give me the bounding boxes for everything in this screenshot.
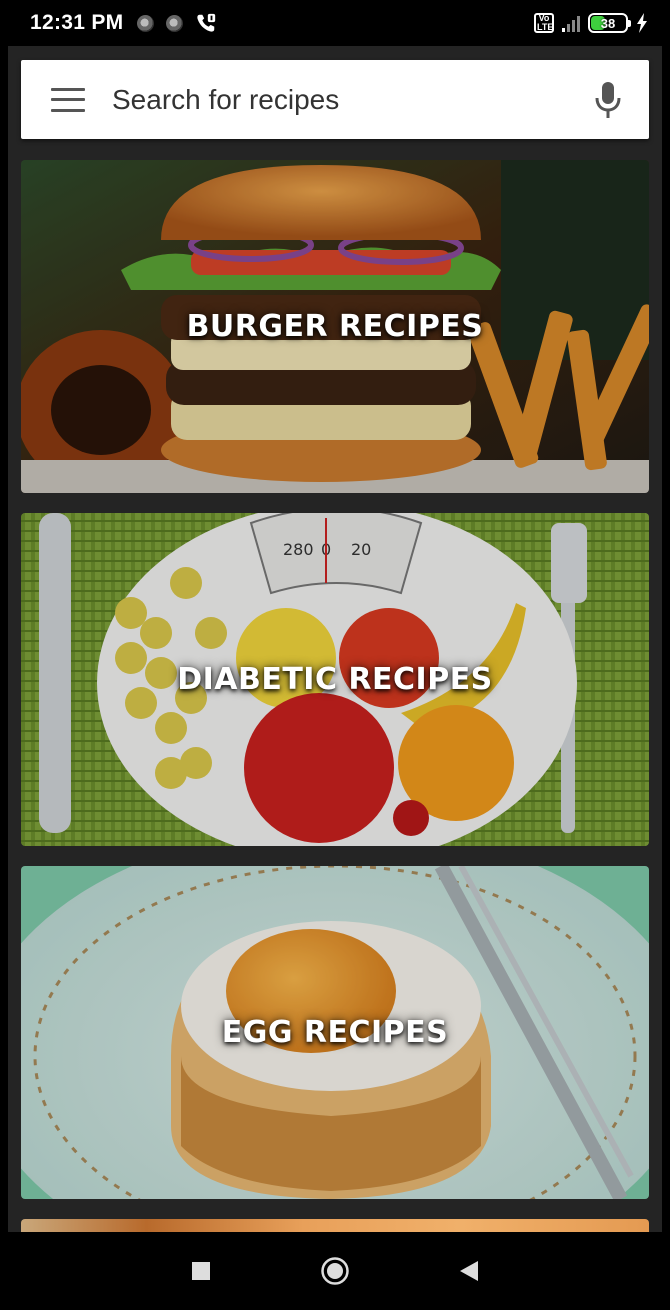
record-dot-icon — [166, 14, 184, 32]
app-content: BURGER RECIPES 280 0 20 — [8, 46, 662, 1232]
home-circle-icon[interactable] — [319, 1255, 351, 1287]
volte-icon: Vo LTE — [534, 13, 554, 33]
navigation-bar — [0, 1232, 670, 1310]
system-icons: Vo LTE 38 — [534, 13, 648, 33]
category-title: EGG RECIPES — [221, 1015, 449, 1050]
microphone-icon[interactable] — [593, 80, 623, 120]
category-card-burger[interactable]: BURGER RECIPES — [21, 160, 649, 493]
notification-icons — [137, 12, 217, 34]
search-input[interactable] — [112, 83, 593, 116]
search-bar[interactable] — [21, 60, 649, 139]
status-bar: 12:31 PM Vo LTE 38 — [0, 0, 670, 46]
category-card-partial[interactable] — [21, 1219, 649, 1232]
back-triangle-icon[interactable] — [453, 1255, 485, 1287]
category-card-diabetic[interactable]: 280 0 20 DIABETIC RECIPES — [21, 513, 649, 846]
battery-icon: 38 — [588, 13, 631, 33]
recents-square-icon[interactable] — [185, 1255, 217, 1287]
battery-level: 38 — [600, 15, 616, 31]
record-dot-icon — [137, 14, 155, 32]
category-card-egg[interactable]: EGG RECIPES — [21, 866, 649, 1199]
charging-bolt-icon — [637, 13, 647, 33]
hamburger-menu-icon[interactable] — [51, 87, 85, 112]
status-time: 12:31 PM — [30, 11, 124, 34]
category-title: BURGER RECIPES — [186, 309, 484, 344]
partial-card-image — [21, 1219, 649, 1232]
signal-icon — [562, 14, 580, 32]
call-forward-icon — [197, 13, 216, 32]
category-title: DIABETIC RECIPES — [177, 662, 493, 697]
